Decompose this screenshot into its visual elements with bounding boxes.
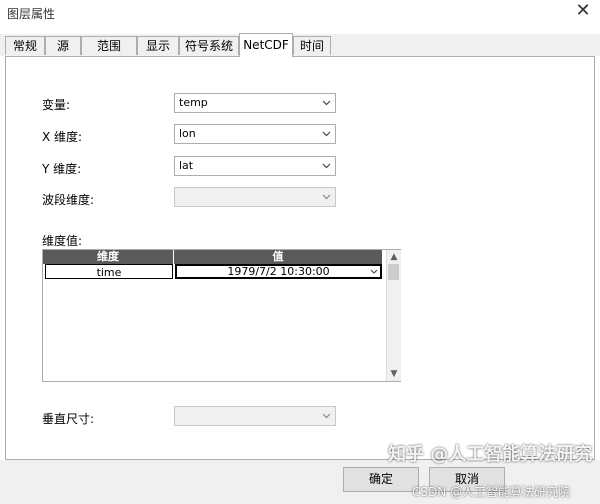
x-dimension-select[interactable]: lon <box>174 124 336 144</box>
dimension-values-label: 维度值: <box>42 234 83 248</box>
x-dimension-label: X 维度: <box>42 130 83 144</box>
x-dimension-value: lon <box>179 127 196 140</box>
row-value-cell[interactable]: 1979/7/2 10:30:00 <box>175 264 382 279</box>
chevron-down-icon <box>322 100 331 106</box>
y-dimension-value: lat <box>179 159 194 172</box>
row-value-text: 1979/7/2 10:30:00 <box>227 265 330 278</box>
tab-extent[interactable]: 范围 <box>81 36 137 55</box>
dimension-values-grid[interactable]: 维度 值 time 1979/7/2 10:30:00 ▲ ▼ <box>42 249 401 382</box>
band-dimension-select[interactable] <box>174 187 336 207</box>
tab-symbology[interactable]: 符号系统 <box>179 36 239 55</box>
close-icon[interactable]: ✕ <box>574 2 592 20</box>
tab-time[interactable]: 时间 <box>293 36 331 55</box>
tab-source[interactable]: 源 <box>45 36 81 55</box>
band-dimension-label: 波段维度: <box>42 193 95 207</box>
chevron-down-icon <box>322 194 331 200</box>
tab-general[interactable]: 常规 <box>5 36 45 55</box>
vertical-size-select[interactable] <box>174 406 336 426</box>
variable-select[interactable]: temp <box>174 93 336 113</box>
chevron-down-icon[interactable] <box>369 267 379 276</box>
vertical-size-label: 垂直尺寸: <box>42 412 95 426</box>
watermark-zhihu: 知乎 @人工智能算法研究 <box>388 444 593 465</box>
scroll-thumb[interactable] <box>388 264 399 280</box>
tab-display[interactable]: 显示 <box>137 36 179 55</box>
scroll-down-icon[interactable]: ▼ <box>387 367 401 381</box>
column-header-value: 值 <box>174 250 382 264</box>
y-dimension-label: Y 维度: <box>42 162 82 176</box>
watermark-csdn: CSDN @人工智能算法研究院 <box>412 485 571 499</box>
scroll-up-icon[interactable]: ▲ <box>387 250 401 264</box>
column-header-dimension: 维度 <box>43 250 173 264</box>
chevron-down-icon <box>322 163 331 169</box>
variable-label: 变量: <box>42 98 71 112</box>
chevron-down-icon <box>322 131 331 137</box>
grid-scrollbar[interactable]: ▲ ▼ <box>386 250 401 381</box>
title-bar: 图层属性 ✕ <box>0 0 600 26</box>
ok-button[interactable]: 确定 <box>343 467 419 492</box>
tab-netcdf[interactable]: NetCDF <box>239 33 293 57</box>
y-dimension-select[interactable]: lat <box>174 156 336 176</box>
chevron-down-icon <box>322 413 331 419</box>
window-title: 图层属性 <box>7 7 56 21</box>
row-dimension-cell: time <box>45 264 173 279</box>
variable-value: temp <box>179 96 208 109</box>
